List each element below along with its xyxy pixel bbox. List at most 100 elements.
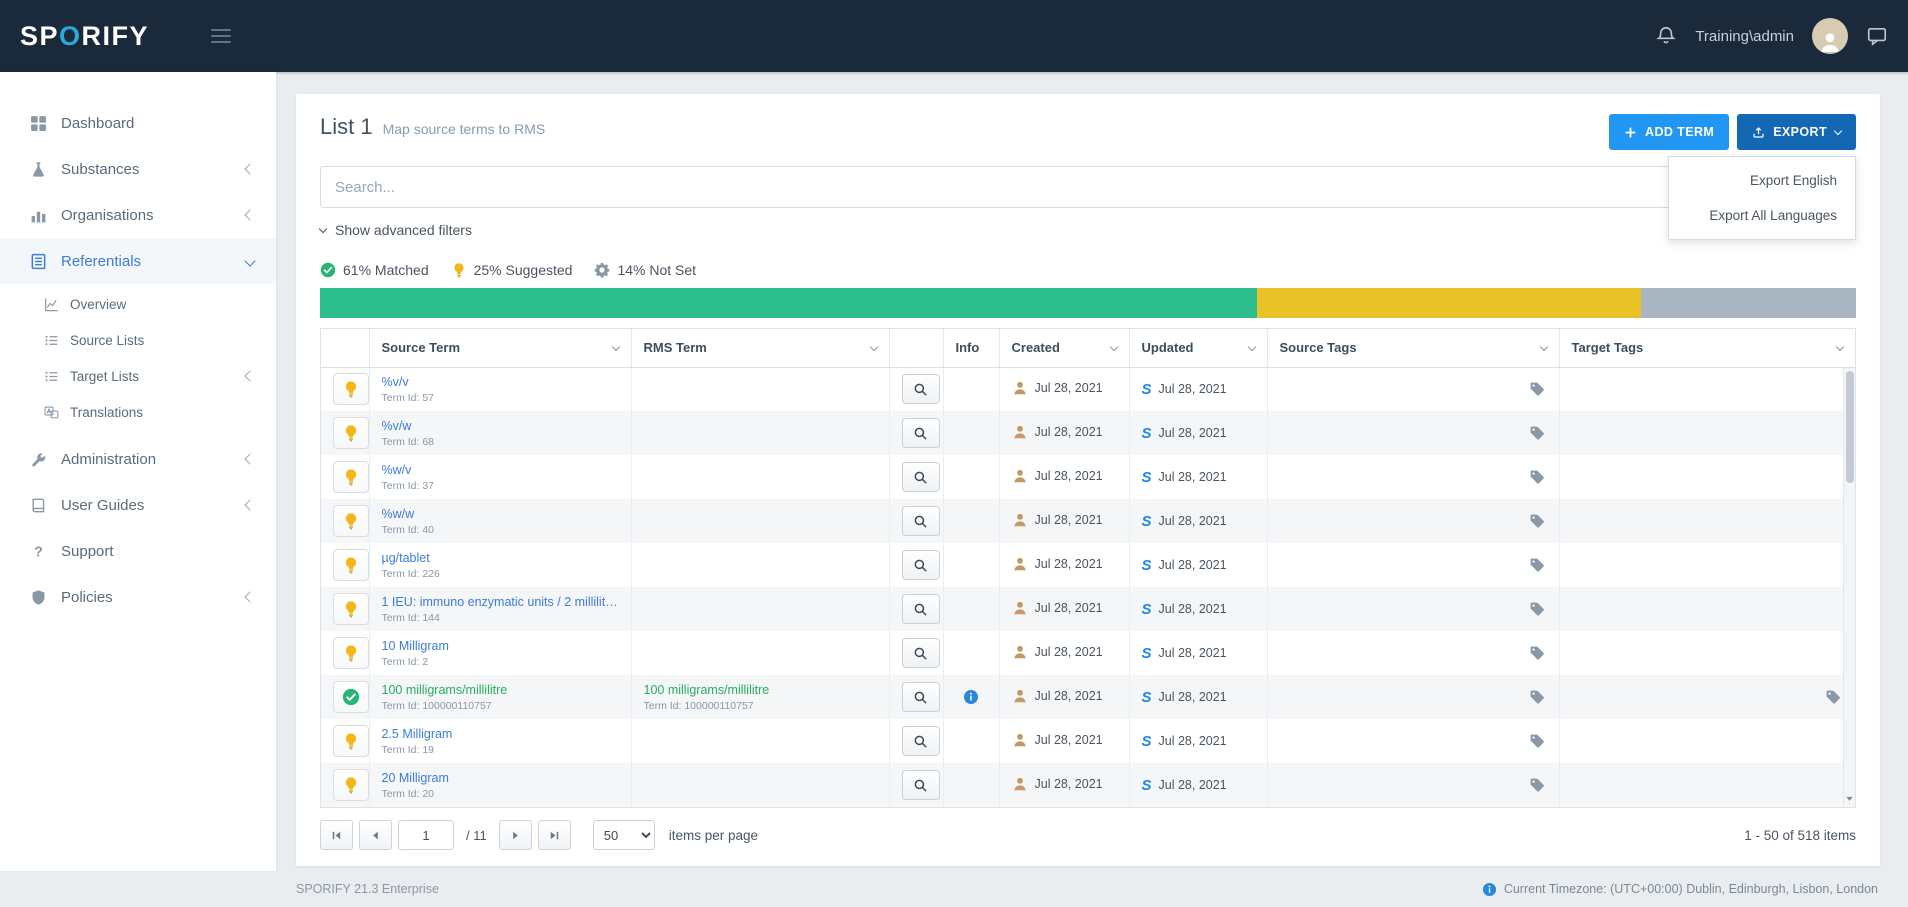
first-page-button[interactable] — [320, 820, 353, 850]
advanced-filters-toggle[interactable]: Show advanced filters — [320, 222, 472, 238]
sidebar-subitem-source-lists[interactable]: Source Lists — [0, 322, 276, 358]
tag-icon[interactable] — [1529, 557, 1545, 573]
sidebar-item-dashboard[interactable]: Dashboard — [0, 100, 276, 146]
sidebar-item-administration[interactable]: Administration — [0, 436, 276, 482]
scrollbar-thumb[interactable] — [1846, 371, 1854, 483]
table-row[interactable]: 2.5 MilligramTerm Id: 19 Jul 28, 2021 SJ… — [321, 719, 1855, 763]
source-term-link[interactable]: %w/v — [382, 463, 619, 477]
info-icon[interactable] — [963, 689, 979, 705]
tag-icon[interactable] — [1529, 733, 1545, 749]
source-term-link[interactable]: 20 Milligram — [382, 771, 619, 785]
column-menu-icon[interactable] — [1247, 343, 1255, 351]
avatar[interactable] — [1812, 18, 1848, 54]
search-input[interactable] — [320, 166, 1856, 208]
chat-icon[interactable] — [1866, 25, 1888, 47]
source-term-link[interactable]: %w/w — [382, 507, 619, 521]
tag-icon[interactable] — [1529, 601, 1545, 617]
column-header-rms-term[interactable]: RMS Term — [631, 329, 889, 367]
sidebar-subitem-overview[interactable]: Overview — [0, 286, 276, 322]
sidebar-item-organisations[interactable]: Organisations — [0, 192, 276, 238]
page-number-input[interactable] — [398, 820, 454, 850]
suggested-status-icon[interactable] — [333, 461, 369, 493]
sidebar-item-support[interactable]: ? Support — [0, 528, 276, 574]
column-header-source-tags[interactable]: Source Tags — [1267, 329, 1559, 367]
page-size-select[interactable]: 50 — [593, 820, 655, 850]
table-row[interactable]: %w/wTerm Id: 40 Jul 28, 2021 SJul 28, 20… — [321, 499, 1855, 543]
last-page-button[interactable] — [538, 820, 571, 850]
tag-icon[interactable] — [1529, 425, 1545, 441]
line-chart-icon — [44, 297, 59, 312]
suggested-status-icon[interactable] — [333, 373, 369, 405]
app-logo[interactable]: SPORIFY — [20, 21, 149, 52]
suggested-status-icon[interactable] — [333, 637, 369, 669]
suggested-status-icon[interactable] — [333, 549, 369, 581]
source-term-link[interactable]: %v/w — [382, 419, 619, 433]
sidebar-item-substances[interactable]: Substances — [0, 146, 276, 192]
source-term-link[interactable]: %v/v — [382, 375, 619, 389]
source-tags-cell — [1267, 455, 1559, 499]
column-header-target-tags[interactable]: Target Tags — [1559, 329, 1855, 367]
column-header-source-term[interactable]: Source Term — [369, 329, 631, 367]
tag-icon[interactable] — [1529, 469, 1545, 485]
column-menu-icon[interactable] — [611, 343, 619, 351]
vertical-scrollbar[interactable] — [1843, 368, 1855, 806]
table-row[interactable]: 100 milligrams/millilitreTerm Id: 100000… — [321, 675, 1855, 719]
suggested-status-icon[interactable] — [333, 725, 369, 757]
tag-icon[interactable] — [1529, 381, 1545, 397]
table-row[interactable]: 10 MilligramTerm Id: 2 Jul 28, 2021 SJul… — [321, 631, 1855, 675]
tag-icon[interactable] — [1825, 689, 1841, 705]
source-term-link[interactable]: 10 Milligram — [382, 639, 619, 653]
add-term-button[interactable]: ADD TERM — [1609, 114, 1729, 150]
source-term-link[interactable]: 100 milligrams/millilitre — [382, 683, 619, 697]
sidebar-item-policies[interactable]: Policies — [0, 574, 276, 620]
scroll-down-arrow[interactable] — [1844, 791, 1855, 806]
table-row[interactable]: 1 IEU: immuno enzymatic units / 2 millil… — [321, 587, 1855, 631]
source-term-link[interactable]: 2.5 Milligram — [382, 727, 619, 741]
column-header-created[interactable]: Created — [999, 329, 1129, 367]
source-term-link[interactable]: µg/tablet — [382, 551, 619, 565]
tag-icon[interactable] — [1529, 645, 1545, 661]
sidebar-subitem-translations[interactable]: Translations — [0, 394, 276, 430]
sidebar-item-user-guides[interactable]: User Guides — [0, 482, 276, 528]
tag-icon[interactable] — [1529, 513, 1545, 529]
suggested-status-icon[interactable] — [333, 417, 369, 449]
search-term-button[interactable] — [902, 726, 940, 756]
next-page-button[interactable] — [499, 820, 532, 850]
suggested-status-icon[interactable] — [333, 505, 369, 537]
search-term-button[interactable] — [902, 550, 940, 580]
column-header-updated[interactable]: Updated — [1129, 329, 1267, 367]
search-term-button[interactable] — [902, 374, 940, 404]
source-term-link[interactable]: 1 IEU: immuno enzymatic units / 2 millil… — [382, 595, 619, 609]
notifications-bell-icon[interactable] — [1655, 25, 1677, 47]
user-menu[interactable]: Training\admin — [1695, 28, 1794, 45]
table-row[interactable]: µg/tabletTerm Id: 226 Jul 28, 2021 SJul … — [321, 543, 1855, 587]
column-menu-icon[interactable] — [1109, 343, 1117, 351]
menu-toggle-icon[interactable] — [207, 25, 235, 47]
search-term-button[interactable] — [902, 770, 940, 800]
search-term-button[interactable] — [902, 594, 940, 624]
tag-icon[interactable] — [1529, 777, 1545, 793]
table-row[interactable]: %v/vTerm Id: 57 Jul 28, 2021 SJul 28, 20… — [321, 367, 1855, 411]
table-row[interactable]: 20 MilligramTerm Id: 20 Jul 28, 2021 SJu… — [321, 763, 1855, 807]
search-term-button[interactable] — [902, 418, 940, 448]
export-menu-item-export-all-languages[interactable]: Export All Languages — [1669, 198, 1855, 233]
rms-term-link[interactable]: 100 milligrams/millilitre — [644, 683, 877, 697]
suggested-status-icon[interactable] — [333, 593, 369, 625]
table-row[interactable]: %w/vTerm Id: 37 Jul 28, 2021 SJul 28, 20… — [321, 455, 1855, 499]
search-term-button[interactable] — [902, 506, 940, 536]
sidebar-subitem-target-lists[interactable]: Target Lists — [0, 358, 276, 394]
suggested-status-icon[interactable] — [333, 769, 369, 801]
column-menu-icon[interactable] — [869, 343, 877, 351]
table-row[interactable]: %v/wTerm Id: 68 Jul 28, 2021 SJul 28, 20… — [321, 411, 1855, 455]
matched-status-icon[interactable] — [333, 681, 369, 713]
search-term-button[interactable] — [902, 638, 940, 668]
prev-page-button[interactable] — [359, 820, 392, 850]
tag-icon[interactable] — [1529, 689, 1545, 705]
export-menu-item-export-english[interactable]: Export English — [1669, 163, 1855, 198]
search-term-button[interactable] — [902, 682, 940, 712]
column-menu-icon[interactable] — [1836, 343, 1844, 351]
search-term-button[interactable] — [902, 462, 940, 492]
export-button[interactable]: EXPORT — [1737, 114, 1856, 150]
column-menu-icon[interactable] — [1539, 343, 1547, 351]
sidebar-item-referentials[interactable]: Referentials — [0, 238, 276, 284]
